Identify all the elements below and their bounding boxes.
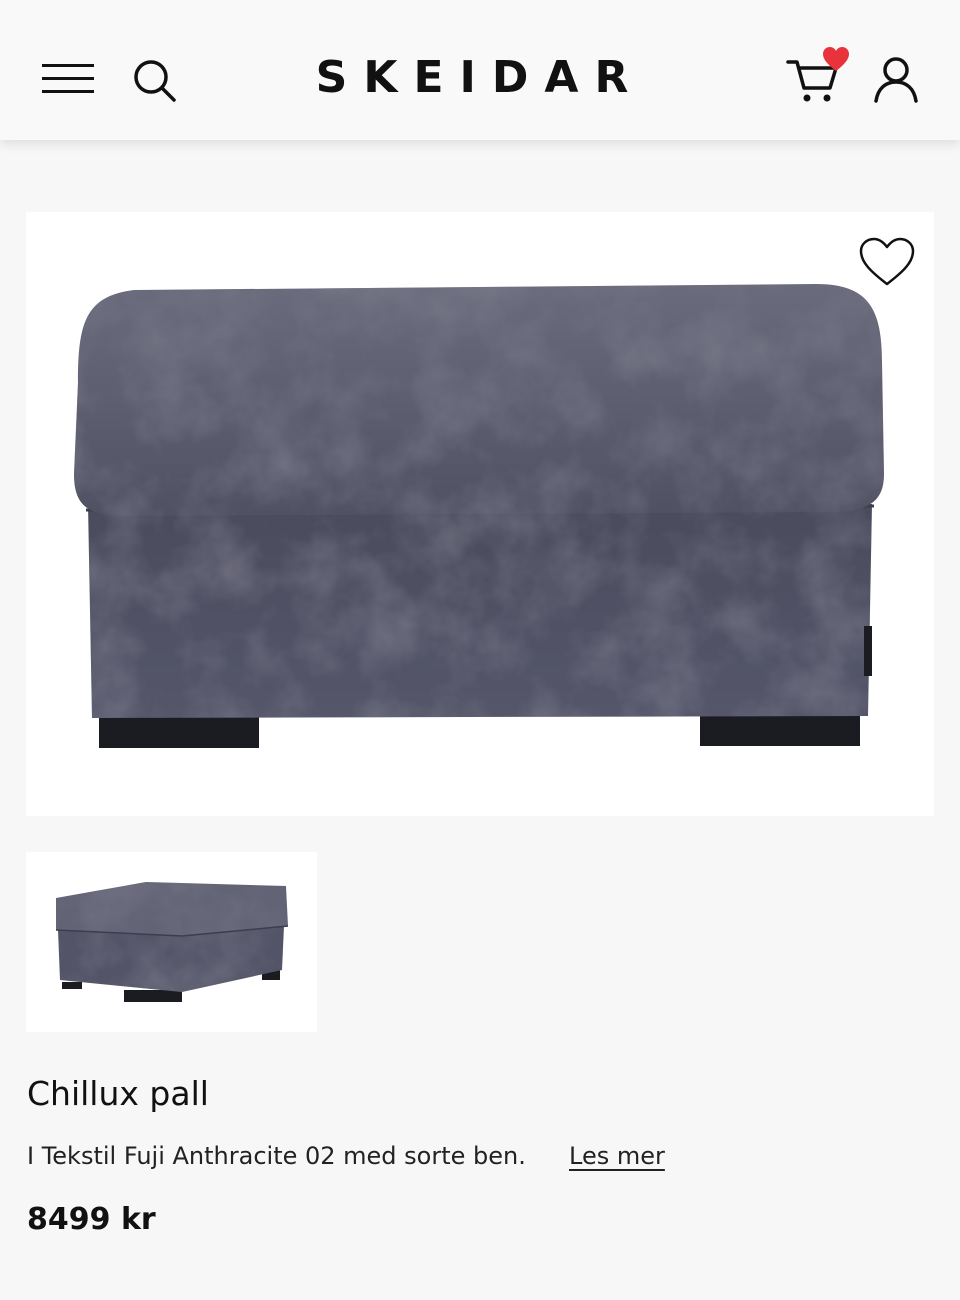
product-main-image[interactable] xyxy=(26,212,934,816)
cart-badge xyxy=(822,46,850,74)
account-button[interactable] xyxy=(870,55,922,105)
product-thumbnail[interactable] xyxy=(26,852,317,1032)
heart-badge-icon xyxy=(823,47,849,71)
product-title: Chillux pall xyxy=(27,1074,209,1113)
heart-outline-icon xyxy=(859,237,915,286)
product-price: 8499 kr xyxy=(27,1202,156,1237)
site-header: SKEIDAR xyxy=(0,0,960,140)
user-account-icon xyxy=(874,57,918,103)
read-more-link[interactable]: Les mer xyxy=(569,1142,665,1170)
product-description: I Tekstil Fuji Anthracite 02 med sorte b… xyxy=(27,1142,526,1170)
ottoman-photo xyxy=(74,284,884,748)
ottoman-thumbnail-photo xyxy=(55,882,289,1002)
favorite-button[interactable] xyxy=(858,236,916,288)
